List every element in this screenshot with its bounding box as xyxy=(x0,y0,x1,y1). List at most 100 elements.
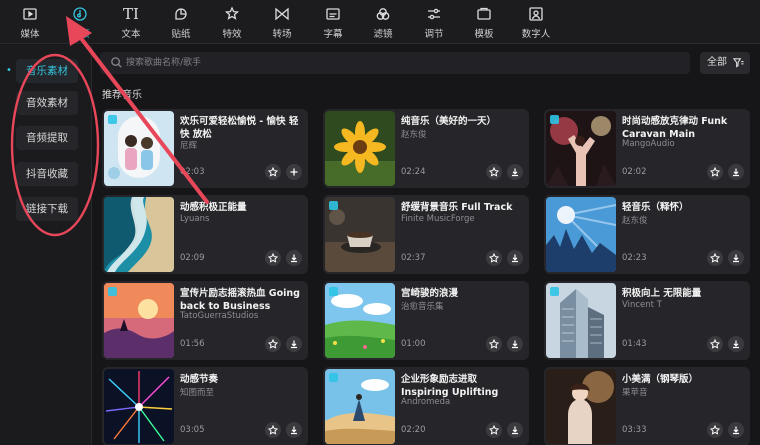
download-icon xyxy=(733,340,739,349)
star-icon xyxy=(489,339,499,349)
tool-media[interactable]: 媒体 xyxy=(8,5,52,41)
favorite-button[interactable] xyxy=(707,422,723,438)
audio-icon xyxy=(58,5,102,23)
download-button[interactable] xyxy=(507,422,523,438)
download-icon xyxy=(733,426,739,435)
tool-text[interactable]: TI 文本 xyxy=(109,5,153,41)
tool-adjust[interactable]: 调节 xyxy=(412,5,456,41)
subtitle-icon xyxy=(311,5,355,23)
tool-sticker-label: 贴纸 xyxy=(171,29,191,40)
music-card[interactable]: 纯音乐（美好的一天） 赵东俊 02:24 xyxy=(323,109,529,188)
cover-image xyxy=(546,111,616,186)
add-icon xyxy=(290,168,298,176)
card-artist: 尼辉 xyxy=(180,141,198,151)
download-button[interactable] xyxy=(728,336,744,352)
card-artist: TatoGuerraStudios xyxy=(180,311,259,321)
music-card[interactable]: 欢乐可爱轻松愉悦 - 愉快 轻快 放松 尼辉 02:03 xyxy=(102,109,308,188)
card-title: 轻音乐（释怀） xyxy=(622,202,689,213)
card-artist: 果苹音 xyxy=(622,388,648,398)
download-button[interactable] xyxy=(507,250,523,266)
cover-image xyxy=(325,197,395,272)
download-button[interactable] xyxy=(286,336,302,352)
favorite-button[interactable] xyxy=(707,336,723,352)
card-title: 舒缓背景音乐 Full Track xyxy=(401,202,513,213)
favorite-button[interactable] xyxy=(265,250,281,266)
favorite-button[interactable] xyxy=(265,164,281,180)
star-icon xyxy=(489,425,499,435)
tool-adjust-label: 调节 xyxy=(424,29,444,40)
section-title: 推荐音乐 xyxy=(102,90,142,101)
download-button[interactable] xyxy=(728,164,744,180)
music-card[interactable]: 小美满（钢琴版） 果苹音 03:33 xyxy=(544,367,750,445)
tool-digital-human[interactable]: 数字人 xyxy=(514,5,558,41)
favorite-button[interactable] xyxy=(486,422,502,438)
favorite-button[interactable] xyxy=(486,250,502,266)
music-card[interactable]: 时尚动感放克律动 Funk Caravan Main MangoAudio 02… xyxy=(544,109,750,188)
category-douyin-favorites[interactable]: 抖音收藏 xyxy=(16,162,78,186)
category-sound-effects[interactable]: 音效素材 xyxy=(16,91,78,115)
download-button[interactable] xyxy=(286,250,302,266)
music-card[interactable]: 宫崎骏的浪漫 治愈音乐集 01:00 xyxy=(323,281,529,360)
card-title: 时尚动感放克律动 Funk Caravan Main xyxy=(622,116,728,140)
tool-filter[interactable]: 滤镜 xyxy=(361,5,405,41)
tool-transition[interactable]: 转场 xyxy=(260,5,304,41)
tool-subtitle-label: 字幕 xyxy=(323,29,343,40)
cover-image xyxy=(104,111,174,186)
star-icon xyxy=(710,425,720,435)
search-input[interactable] xyxy=(126,55,666,71)
template-icon xyxy=(462,5,506,23)
category-audio-extract[interactable]: 音频提取 xyxy=(16,126,78,150)
favorite-button[interactable] xyxy=(265,336,281,352)
card-artist: 赵东俊 xyxy=(622,216,648,226)
card-duration: 01:00 xyxy=(401,339,426,349)
funnel-icon xyxy=(733,58,744,68)
tool-audio[interactable]: 音频 xyxy=(58,5,102,41)
download-icon xyxy=(512,254,518,263)
cover-image xyxy=(325,283,395,358)
download-icon xyxy=(733,254,739,263)
search-icon xyxy=(111,57,122,68)
favorite-button[interactable] xyxy=(486,164,502,180)
tool-subtitle[interactable]: 字幕 xyxy=(311,5,355,41)
download-button[interactable] xyxy=(507,164,523,180)
text-icon: TI xyxy=(123,5,139,23)
music-card[interactable]: 动感积极正能量 Lyuans 02:09 xyxy=(102,195,308,274)
cover-image xyxy=(546,369,616,444)
media-icon xyxy=(8,5,52,23)
cover-image xyxy=(546,283,616,358)
card-duration: 01:43 xyxy=(622,339,647,349)
favorite-button[interactable] xyxy=(265,422,281,438)
card-title: 宫崎骏的浪漫 xyxy=(401,288,459,299)
download-button[interactable] xyxy=(507,336,523,352)
adjust-icon xyxy=(412,5,456,23)
music-card[interactable]: 动感节奏 知图而至 03:05 xyxy=(102,367,308,445)
download-button[interactable] xyxy=(728,422,744,438)
tool-effects[interactable]: 特效 xyxy=(210,5,254,41)
add-button[interactable] xyxy=(286,164,302,180)
music-card[interactable]: 轻音乐（释怀） 赵东俊 02:23 xyxy=(544,195,750,274)
download-icon xyxy=(512,340,518,349)
star-icon xyxy=(710,253,720,263)
digital-human-icon xyxy=(514,5,558,23)
category-music[interactable]: 音乐素材 xyxy=(6,59,78,83)
download-icon xyxy=(512,168,518,177)
tool-template[interactable]: 模板 xyxy=(462,5,506,41)
music-card[interactable]: 企业形象励志进取 Inspiring Uplifting Motivationa… xyxy=(323,367,529,445)
category-panel: 音乐素材 音效素材 音频提取 抖音收藏 链接下载 xyxy=(0,45,92,445)
download-icon xyxy=(291,254,297,263)
favorite-button[interactable] xyxy=(707,250,723,266)
music-card[interactable]: 积极向上 无限能量 Vincent T 01:43 xyxy=(544,281,750,360)
card-title: 动感积极正能量 xyxy=(180,202,247,213)
tool-audio-label: 音频 xyxy=(70,29,90,40)
filter-button[interactable]: 全部 xyxy=(700,52,750,74)
download-button[interactable] xyxy=(286,422,302,438)
download-button[interactable] xyxy=(728,250,744,266)
tool-sticker[interactable]: 贴纸 xyxy=(159,5,203,41)
favorite-button[interactable] xyxy=(707,164,723,180)
music-card[interactable]: 宣传片励志摇滚热血 Going back to Business TatoGue… xyxy=(102,281,308,360)
music-card[interactable]: 舒缓背景音乐 Full Track Finite MusicForge 02:3… xyxy=(323,195,529,274)
favorite-button[interactable] xyxy=(486,336,502,352)
card-artist: Lyuans xyxy=(180,214,210,224)
category-link-download[interactable]: 链接下载 xyxy=(16,197,78,221)
card-duration: 02:24 xyxy=(401,167,426,177)
